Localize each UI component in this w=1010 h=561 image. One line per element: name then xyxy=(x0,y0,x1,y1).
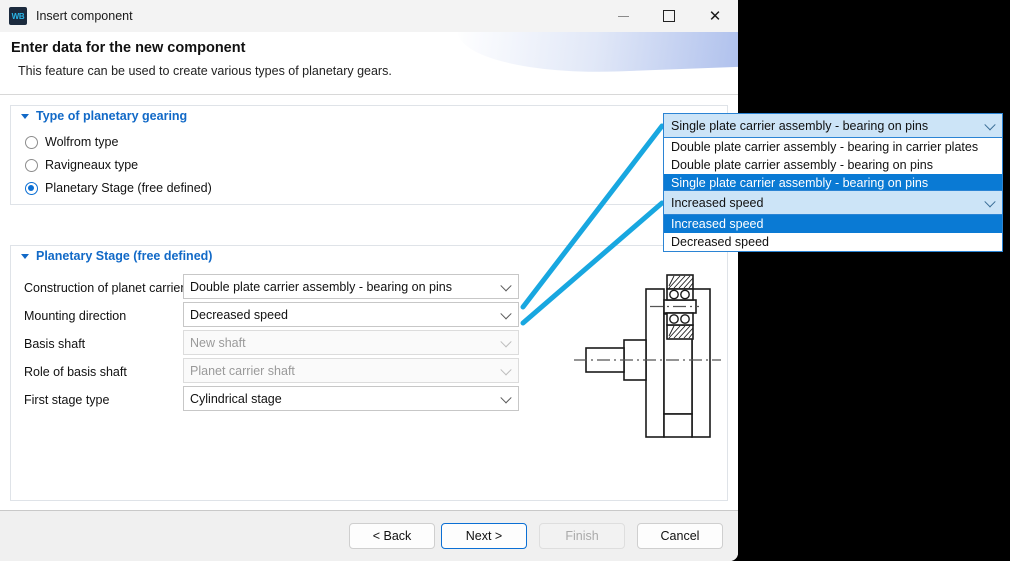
combo-construction-of-planet-carrier[interactable]: Double plate carrier assembly - bearing … xyxy=(183,274,519,299)
close-icon[interactable]: ✕ xyxy=(692,0,738,32)
minimize-icon[interactable] xyxy=(600,0,646,32)
radio-icon xyxy=(25,158,38,172)
screen: WB Insert component ✕ Enter data for the… xyxy=(0,0,1010,561)
label-first-stage-type: First stage type xyxy=(24,388,109,412)
collapse-triangle-icon xyxy=(21,253,29,259)
app-icon: WB xyxy=(9,7,27,25)
chevron-down-icon xyxy=(500,279,512,291)
group-type-header[interactable]: Type of planetary gearing xyxy=(21,109,187,123)
chevron-down-icon xyxy=(984,195,996,207)
maximize-icon[interactable] xyxy=(646,0,692,32)
combo-mounting-direction[interactable]: Decreased speed xyxy=(183,302,519,327)
field-label: First stage type xyxy=(24,393,110,407)
combo-value: Cylindrical stage xyxy=(190,391,282,406)
title-bar: WB Insert component ✕ xyxy=(0,0,738,32)
label-basis-shaft: Basis shaft xyxy=(24,332,85,356)
combo-value: Planet carrier shaft xyxy=(190,363,295,378)
field-label: Mounting direction xyxy=(24,309,127,323)
cancel-button[interactable]: Cancel xyxy=(637,523,723,549)
window-title: Insert component xyxy=(36,9,133,23)
combo-basis-shaft: New shaft xyxy=(183,330,519,355)
page-subtitle: This feature can be used to create vario… xyxy=(18,64,392,78)
dropdown-option[interactable]: Double plate carrier assembly - bearing … xyxy=(664,156,1002,174)
chevron-down-icon xyxy=(500,307,512,319)
radio-label: Ravigneaux type xyxy=(45,158,139,172)
window-controls: ✕ xyxy=(600,0,738,32)
insert-component-window: WB Insert component ✕ Enter data for the… xyxy=(0,0,738,561)
combo-role-of-basis-shaft: Planet carrier shaft xyxy=(183,358,519,383)
radio-label: Wolfrom type xyxy=(45,135,119,149)
label-mounting-direction: Mounting direction xyxy=(24,304,126,328)
dropdown-option[interactable]: Double plate carrier assembly - bearing … xyxy=(664,138,1002,156)
dropdown-option-list: Double plate carrier assembly - bearing … xyxy=(663,138,1003,193)
combo-value: Double plate carrier assembly - bearing … xyxy=(190,279,452,294)
group-stage-title: Planetary Stage (free defined) xyxy=(36,249,213,263)
wizard-content: Type of planetary gearing Wolfrom type R… xyxy=(0,95,738,511)
group-planetary-stage: Planetary Stage (free defined) Construct… xyxy=(10,245,728,501)
finish-button: Finish xyxy=(539,523,625,549)
combo-first-stage-type[interactable]: Cylindrical stage xyxy=(183,386,519,411)
dropdown-selected-value[interactable]: Increased speed xyxy=(663,190,1003,215)
chevron-down-icon xyxy=(500,335,512,347)
chevron-down-icon xyxy=(984,118,996,130)
radio-icon-selected xyxy=(25,181,38,195)
back-button[interactable]: < Back xyxy=(349,523,435,549)
group-stage-header[interactable]: Planetary Stage (free defined) xyxy=(21,249,212,263)
group-type-of-planetary-gearing: Type of planetary gearing Wolfrom type R… xyxy=(10,105,728,205)
collapse-triangle-icon xyxy=(21,113,29,119)
dropdown-selected-value[interactable]: Single plate carrier assembly - bearing … xyxy=(663,113,1003,138)
radio-planetary-stage-free-defined[interactable]: Planetary Stage (free defined) xyxy=(25,181,212,195)
label-construction-of-planet-carrier: Construction of planet carrier xyxy=(24,276,185,300)
radio-ravigneaux-type[interactable]: Ravigneaux type xyxy=(25,158,138,172)
field-label: Basis shaft xyxy=(24,337,86,351)
field-label: Construction of planet carrier xyxy=(24,281,185,295)
chevron-down-icon xyxy=(500,391,512,403)
field-label: Role of basis shaft xyxy=(24,365,127,379)
dropdown-mounting-direction[interactable]: Increased speed Increased speed Decrease… xyxy=(663,190,1003,252)
wizard-header: Enter data for the new component This fe… xyxy=(0,32,738,95)
group-type-title: Type of planetary gearing xyxy=(36,109,188,123)
dropdown-option[interactable]: Decreased speed xyxy=(664,233,1002,251)
radio-icon xyxy=(25,135,38,149)
dropdown-option-selected[interactable]: Increased speed xyxy=(664,215,1002,233)
next-button[interactable]: Next > xyxy=(441,523,527,549)
chevron-down-icon xyxy=(500,363,512,375)
page-title: Enter data for the new component xyxy=(11,40,246,56)
combo-value: New shaft xyxy=(190,335,246,350)
label-role-of-basis-shaft: Role of basis shaft xyxy=(24,360,127,384)
dropdown-option-list: Increased speed Decreased speed xyxy=(663,215,1003,252)
dropdown-current-text: Single plate carrier assembly - bearing … xyxy=(671,118,929,133)
radio-wolfrom-type[interactable]: Wolfrom type xyxy=(25,135,118,149)
radio-label: Planetary Stage (free defined) xyxy=(45,181,212,195)
combo-value: Decreased speed xyxy=(190,307,288,322)
planet-carrier-diagram xyxy=(574,274,721,438)
dropdown-current-text: Increased speed xyxy=(671,195,764,210)
wizard-footer: < Back Next > Finish Cancel xyxy=(0,511,738,561)
dropdown-construction-of-planet-carrier[interactable]: Single plate carrier assembly - bearing … xyxy=(663,113,1003,193)
decorative-swoosh xyxy=(456,32,738,78)
